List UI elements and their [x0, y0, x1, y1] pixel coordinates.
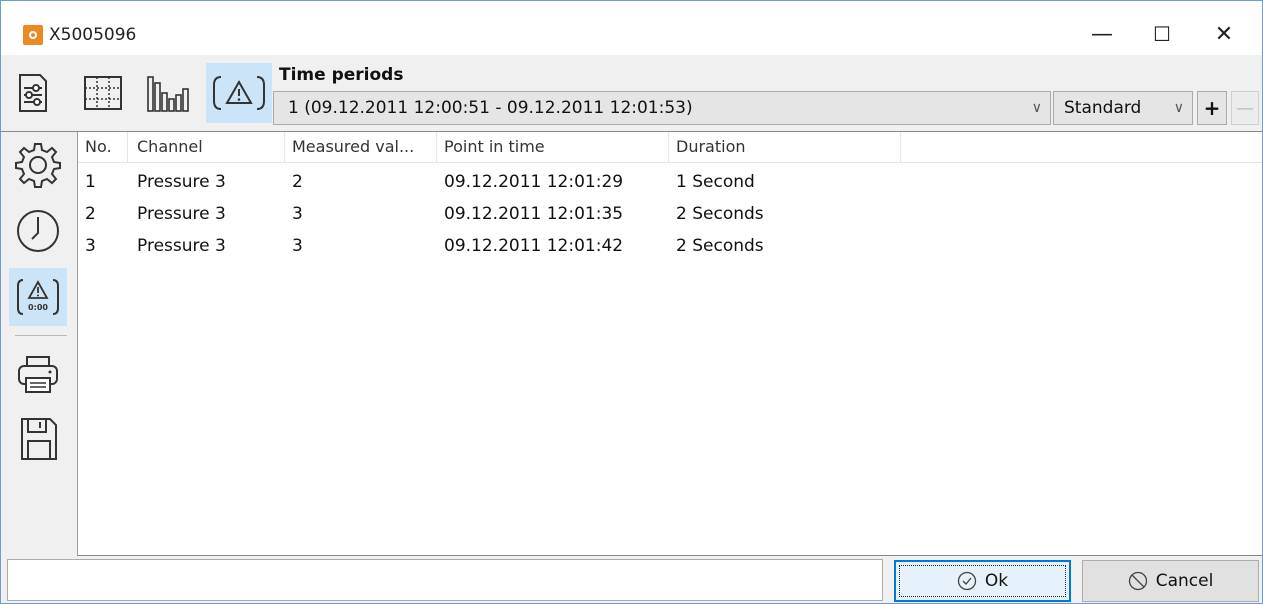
toolbar-settings-button[interactable] [7, 63, 59, 123]
sidebar-divider [15, 335, 67, 336]
bar-chart-icon [147, 76, 189, 112]
close-button[interactable]: ✕ [1197, 14, 1251, 54]
cell-duration: 2 Seconds [676, 204, 764, 224]
cell-no: 3 [85, 236, 96, 256]
cell-point-in-time: 09.12.2011 12:01:29 [444, 172, 624, 192]
sidebar-settings-button[interactable] [9, 136, 67, 194]
table-header: No. Channel Measured val... Point in tim… [78, 132, 1262, 163]
sidebar-time-button[interactable] [9, 202, 67, 260]
view-preset-select[interactable]: Standard ∨ [1053, 91, 1193, 125]
time-period-value: 1 (09.12.2011 12:00:51 - 09.12.2011 12:0… [288, 98, 693, 118]
printer-icon [18, 356, 58, 393]
settings-sliders-icon [19, 74, 47, 112]
cancel-button[interactable]: Cancel [1082, 560, 1259, 602]
view-preset-value: Standard [1064, 98, 1142, 118]
alarm-counter-icon: 0:00 [17, 279, 59, 315]
toolbar-table-button[interactable] [77, 63, 129, 123]
cell-duration: 1 Second [676, 172, 755, 192]
status-field [7, 559, 883, 601]
sidebar: 0:00 [1, 132, 77, 556]
time-periods-label: Time periods [279, 65, 404, 85]
title-bar[interactable]: X5005096 — ☐ ✕ [1, 1, 1262, 55]
sidebar-save-button[interactable] [9, 410, 67, 468]
toolbar-alarm-button[interactable] [206, 63, 272, 123]
focus-rectangle [899, 565, 1066, 597]
chevron-down-icon: ∨ [1031, 100, 1042, 116]
column-header-no[interactable]: No. [78, 132, 128, 162]
cell-no: 2 [85, 204, 96, 224]
table-row[interactable]: 1 Pressure 3 2 09.12.2011 12:01:29 1 Sec… [78, 166, 1262, 198]
cell-no: 1 [85, 172, 96, 192]
table-grid-icon [84, 76, 122, 110]
cell-measured-value: 3 [292, 236, 303, 256]
app-icon [23, 25, 43, 45]
gear-icon [15, 143, 61, 188]
sidebar-alarm-button[interactable]: 0:00 [9, 268, 67, 326]
toolbar-chart-button[interactable] [141, 63, 193, 123]
cancel-label: Cancel [1155, 571, 1214, 591]
minimize-button[interactable]: — [1075, 14, 1129, 54]
save-icon [21, 418, 57, 460]
application-window: X5005096 — ☐ ✕ Time periods 1 (09.12.201… [0, 0, 1263, 604]
toolbar: Time periods 1 (09.12.2011 12:00:51 - 09… [1, 55, 1262, 132]
clock-icon [17, 210, 59, 252]
sidebar-print-button[interactable] [9, 346, 67, 404]
column-header-point-in-time[interactable]: Point in time [437, 132, 669, 162]
cell-duration: 2 Seconds [676, 236, 764, 256]
alarm-counter-badge: 0:00 [28, 303, 48, 312]
table-row[interactable]: 3 Pressure 3 3 09.12.2011 12:01:42 2 Sec… [78, 230, 1262, 262]
cell-measured-value: 2 [292, 172, 303, 192]
cell-channel: Pressure 3 [137, 172, 226, 192]
cell-point-in-time: 09.12.2011 12:01:35 [444, 204, 624, 224]
cell-measured-value: 3 [292, 204, 303, 224]
add-period-button[interactable]: + [1197, 91, 1227, 125]
maximize-button[interactable]: ☐ [1135, 14, 1189, 54]
table-row[interactable]: 2 Pressure 3 3 09.12.2011 12:01:35 2 Sec… [78, 198, 1262, 230]
cancel-icon [1128, 571, 1147, 591]
column-header-duration[interactable]: Duration [669, 132, 901, 162]
cell-channel: Pressure 3 [137, 236, 226, 256]
window-title: X5005096 [49, 25, 137, 45]
remove-period-button[interactable]: — [1231, 91, 1259, 125]
cell-point-in-time: 09.12.2011 12:01:42 [444, 236, 624, 256]
column-header-channel[interactable]: Channel [130, 132, 285, 162]
time-period-select[interactable]: 1 (09.12.2011 12:00:51 - 09.12.2011 12:0… [273, 91, 1051, 125]
cell-channel: Pressure 3 [137, 204, 226, 224]
events-table[interactable]: No. Channel Measured val... Point in tim… [77, 132, 1262, 556]
ok-button[interactable]: Ok [894, 560, 1071, 602]
alarm-warning-icon [213, 76, 265, 110]
chevron-down-icon: ∨ [1173, 100, 1184, 116]
column-header-measured-value[interactable]: Measured val... [285, 132, 437, 162]
